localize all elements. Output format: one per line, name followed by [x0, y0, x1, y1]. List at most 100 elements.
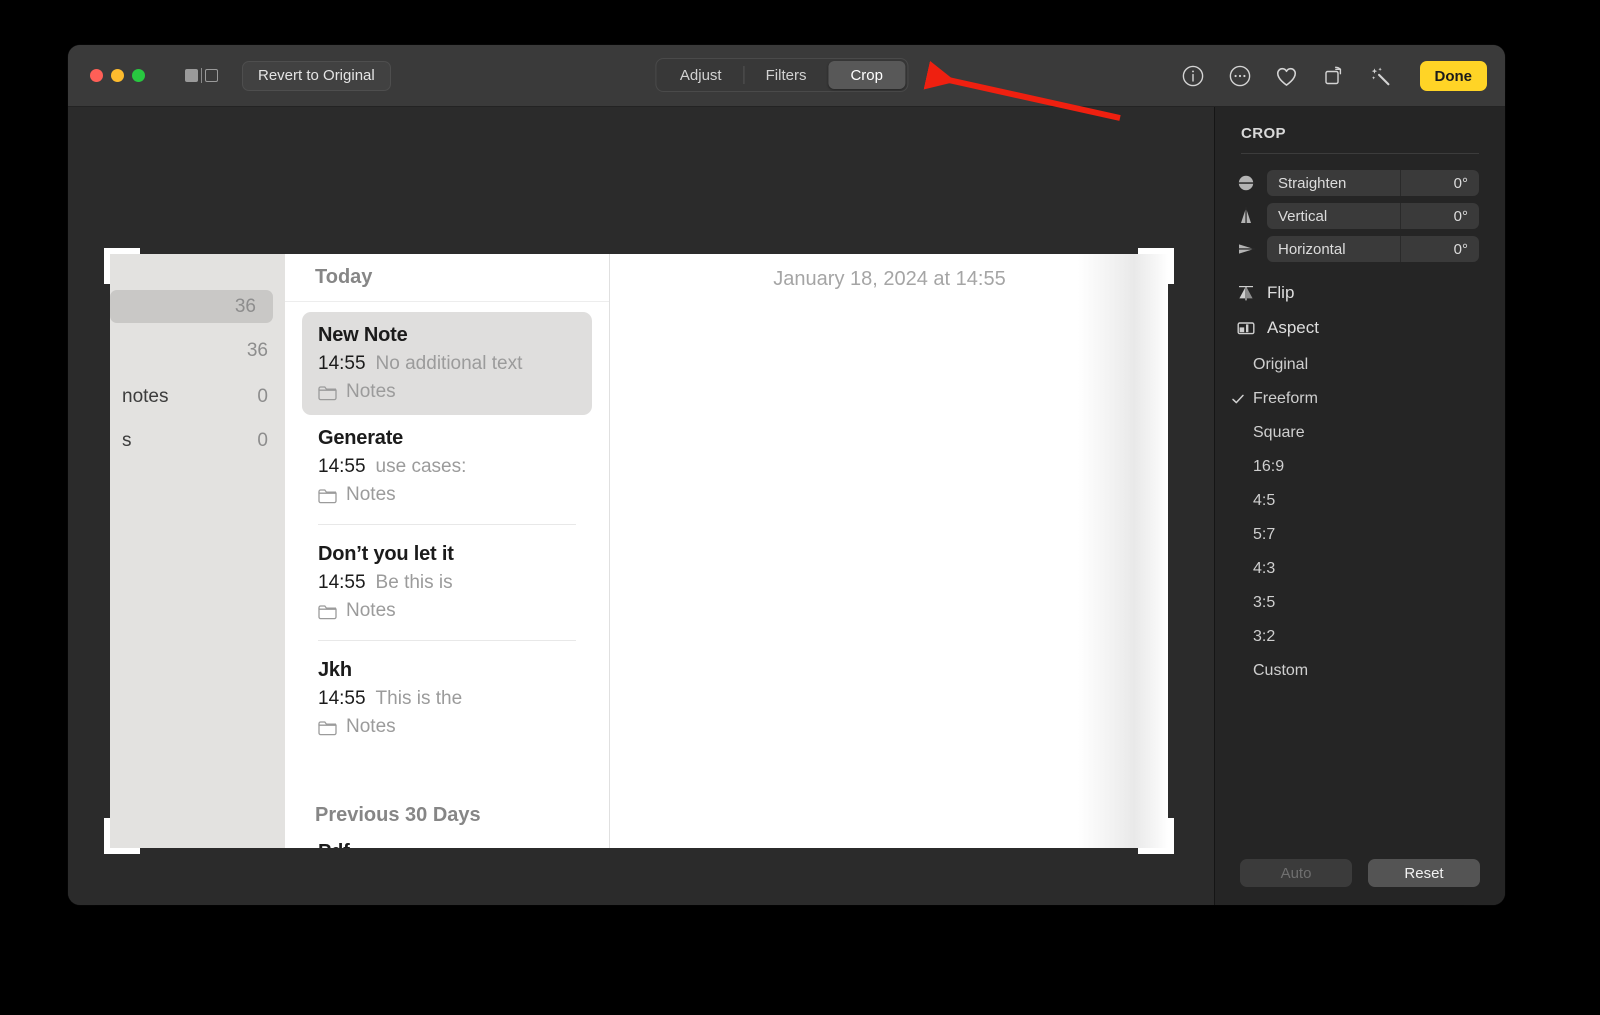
- screen: Revert to Original Adjust Filters Crop D…: [0, 0, 1600, 1015]
- aspect-option-4-5[interactable]: 4:5: [1215, 484, 1505, 518]
- vertical-slider-row[interactable]: Vertical 0°: [1235, 203, 1479, 229]
- notes-section-header: Today: [315, 266, 373, 288]
- note-time: 14:55: [318, 456, 366, 477]
- aspect-option-3-2[interactable]: 3:2: [1215, 620, 1505, 654]
- traffic-light-buttons: [90, 69, 145, 82]
- revert-to-original-button[interactable]: Revert to Original: [242, 60, 391, 91]
- done-button[interactable]: Done: [1419, 61, 1487, 91]
- screenshot-notes-list: Today New Note 14:55 No additional text: [285, 254, 610, 848]
- flip-button[interactable]: Flip: [1235, 278, 1479, 308]
- notes-sidebar-row-count: 36: [234, 295, 256, 317]
- auto-button[interactable]: Auto: [1240, 859, 1352, 887]
- straighten-slider-row[interactable]: Straighten 0°: [1235, 170, 1479, 196]
- minimize-window-button[interactable]: [111, 69, 124, 82]
- folder-icon: [318, 604, 337, 619]
- revert-to-original-label: Revert to Original: [258, 67, 375, 84]
- folder-icon: [318, 385, 337, 400]
- horizontal-label: Horizontal: [1278, 240, 1346, 258]
- note-folder-label: Notes: [346, 716, 396, 737]
- note-preview: use cases:: [375, 456, 467, 477]
- reset-button[interactable]: Reset: [1368, 859, 1480, 887]
- aspect-option-label: 4:5: [1253, 492, 1276, 509]
- note-folder: Notes: [318, 381, 576, 403]
- tab-crop-label: Crop: [850, 66, 883, 84]
- aspect-button[interactable]: Aspect: [1235, 313, 1479, 343]
- rotate-icon[interactable]: [1321, 63, 1347, 89]
- auto-label: Auto: [1280, 864, 1312, 882]
- note-list-item: Pdf: [302, 827, 592, 848]
- close-window-button[interactable]: [90, 69, 103, 82]
- aspect-option-label: Original: [1253, 356, 1309, 373]
- crop-handle-bottom-right[interactable]: [1138, 848, 1174, 854]
- note-folder-label: Notes: [346, 381, 396, 402]
- section-divider: [285, 301, 609, 302]
- aspect-option-label: Freeform: [1253, 390, 1318, 407]
- aspect-options-list: Original Freeform Square 16:9 4:5 5:7 4:…: [1215, 348, 1505, 688]
- crop-handle-bottom-left[interactable]: [104, 848, 140, 854]
- inspector-footer: Auto Reset: [1215, 859, 1505, 887]
- aspect-option-square[interactable]: Square: [1215, 416, 1505, 450]
- note-preview: No additional text: [375, 353, 523, 374]
- notes-sidebar-row-count: 0: [257, 385, 268, 407]
- straighten-slider[interactable]: Straighten 0°: [1267, 170, 1479, 196]
- info-icon[interactable]: [1180, 63, 1206, 89]
- aspect-label: Aspect: [1267, 318, 1319, 337]
- crop-frame[interactable]: 36 36 notes 0 s 0 Today New Note 14:55 N…: [104, 248, 1174, 854]
- aspect-option-16-9[interactable]: 16:9: [1215, 450, 1505, 484]
- note-time: 14:55: [318, 572, 366, 593]
- note-folder: Notes: [318, 716, 576, 738]
- tab-adjust[interactable]: Adjust: [658, 61, 744, 89]
- aspect-option-label: 5:7: [1253, 526, 1276, 543]
- note-time: 14:55: [318, 353, 366, 374]
- done-label: Done: [1434, 67, 1473, 85]
- note-preview: This is the: [375, 688, 463, 709]
- flip-icon: [1235, 282, 1257, 304]
- aspect-option-4-3[interactable]: 4:3: [1215, 552, 1505, 586]
- aspect-option-custom[interactable]: Custom: [1215, 654, 1505, 688]
- note-title: Don’t you let it: [318, 543, 454, 565]
- note-list-item: Generate 14:55 use cases: Notes: [302, 415, 592, 518]
- aspect-option-label: Custom: [1253, 662, 1309, 679]
- note-list-item: Don’t you let it 14:55 Be this is Notes: [302, 531, 592, 634]
- aspect-option-label: 3:5: [1253, 594, 1276, 611]
- notes-sidebar-row-count: 0: [257, 429, 268, 451]
- more-options-icon[interactable]: [1227, 63, 1253, 89]
- notes-sidebar-row: 36: [110, 334, 285, 367]
- tab-crop[interactable]: Crop: [828, 61, 905, 89]
- aspect-option-label: 16:9: [1253, 458, 1285, 475]
- aspect-icon: [1235, 317, 1257, 339]
- crop-inspector-panel: CROP Straighten 0° Vertical 0° Horizonta…: [1214, 107, 1505, 905]
- panel-outline-icon: [205, 69, 218, 82]
- crop-handle-top-left[interactable]: [104, 248, 140, 254]
- screenshot-notes-sidebar: 36 36 notes 0 s 0: [110, 254, 285, 848]
- aspect-option-label: Square: [1253, 424, 1305, 441]
- sidebar-toggle-button[interactable]: [185, 68, 218, 83]
- photos-editor-window: Revert to Original Adjust Filters Crop D…: [68, 45, 1505, 905]
- notes-sidebar-row: s 0: [110, 424, 285, 457]
- vertical-slider[interactable]: Vertical 0°: [1267, 203, 1479, 229]
- inspector-title: CROP: [1241, 125, 1286, 142]
- note-title: Jkh: [318, 659, 352, 681]
- aspect-option-3-5[interactable]: 3:5: [1215, 586, 1505, 620]
- tab-filters[interactable]: Filters: [743, 61, 829, 89]
- horizontal-slider[interactable]: Horizontal 0°: [1267, 236, 1479, 262]
- horizontal-slider-row[interactable]: Horizontal 0°: [1235, 236, 1479, 262]
- maximize-window-button[interactable]: [132, 69, 145, 82]
- photo-image: 36 36 notes 0 s 0 Today New Note 14:55 N…: [110, 254, 1168, 848]
- checkmark-icon: [1231, 392, 1245, 406]
- note-title: New Note: [318, 324, 408, 346]
- flip-label: Flip: [1267, 283, 1295, 302]
- aspect-option-freeform[interactable]: Freeform: [1215, 382, 1505, 416]
- note-preview: Be this is: [375, 572, 453, 593]
- aspect-option-original[interactable]: Original: [1215, 348, 1505, 382]
- favorite-heart-icon[interactable]: [1274, 63, 1300, 89]
- note-folder-label: Notes: [346, 484, 396, 505]
- aspect-option-label: 4:3: [1253, 560, 1276, 577]
- note-meta: 14:55 No additional text: [318, 353, 576, 375]
- crop-handle-top-right[interactable]: [1138, 248, 1174, 254]
- panel-filled-icon: [185, 69, 198, 82]
- aspect-option-5-7[interactable]: 5:7: [1215, 518, 1505, 552]
- auto-enhance-icon[interactable]: [1368, 63, 1394, 89]
- note-folder-label: Notes: [346, 600, 396, 621]
- window-titlebar: Revert to Original Adjust Filters Crop D…: [68, 45, 1505, 107]
